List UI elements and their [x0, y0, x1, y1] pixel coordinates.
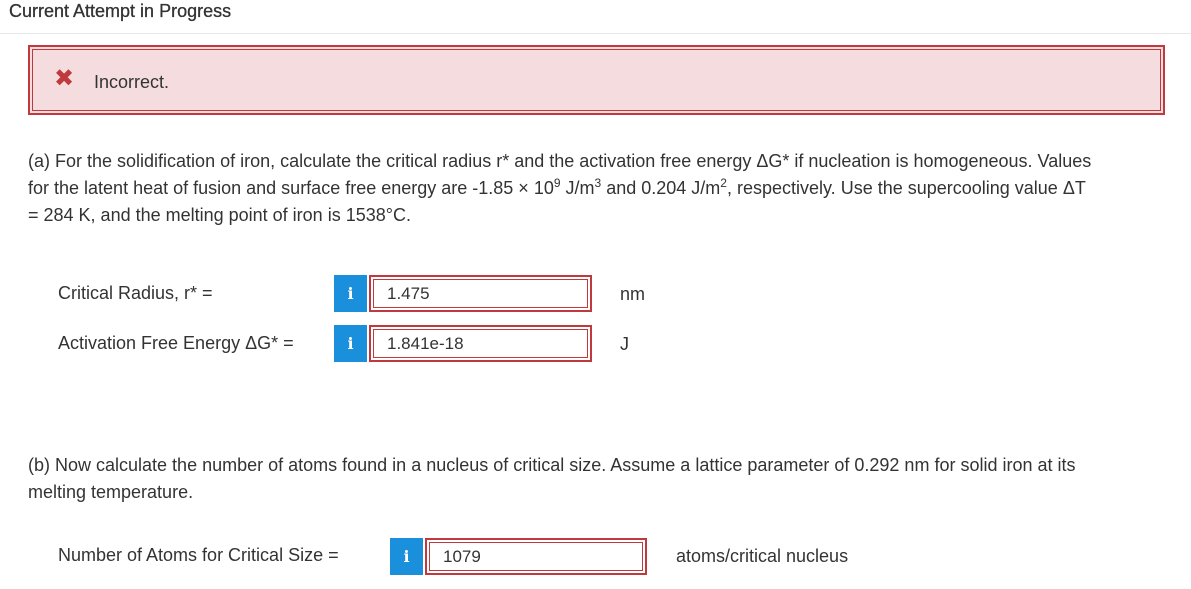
- activation-energy-unit: J: [620, 334, 629, 354]
- activation-energy-label: Activation Free Energy ΔG* =: [58, 333, 294, 353]
- question-part-a: (a) For the solidification of iron, calc…: [28, 148, 1168, 229]
- activation-energy-info-button[interactable]: i: [334, 325, 367, 362]
- header-divider: [0, 33, 1191, 34]
- question-part-b: (b) Now calculate the number of atoms fo…: [28, 452, 1168, 506]
- number-of-atoms-label: Number of Atoms for Critical Size =: [58, 545, 339, 565]
- close-icon: ✖: [54, 65, 75, 92]
- question-a-line2: for the latent heat of fusion and surfac…: [28, 176, 1086, 198]
- critical-radius-info-button[interactable]: i: [334, 275, 367, 312]
- activation-energy-input[interactable]: [369, 325, 592, 362]
- question-b-line1: (b) Now calculate the number of atoms fo…: [28, 455, 1076, 475]
- critical-radius-input[interactable]: [369, 275, 592, 312]
- critical-radius-label: Critical Radius, r* =: [58, 283, 213, 303]
- question-a-line3: = 284 K, and the melting point of iron i…: [28, 205, 411, 225]
- critical-radius-unit: nm: [620, 284, 646, 304]
- incorrect-alert: ✖ Incorrect.: [28, 45, 1165, 115]
- question-a-line1: (a) For the solidification of iron, calc…: [28, 151, 1092, 171]
- question-b-line2: melting temperature.: [28, 482, 194, 502]
- page-title: Current Attempt in Progress: [9, 1, 232, 21]
- number-of-atoms-info-button[interactable]: i: [390, 538, 423, 575]
- number-of-atoms-input[interactable]: [425, 538, 647, 575]
- number-of-atoms-unit: atoms/critical nucleus: [676, 546, 849, 566]
- alert-message: Incorrect.: [94, 72, 170, 92]
